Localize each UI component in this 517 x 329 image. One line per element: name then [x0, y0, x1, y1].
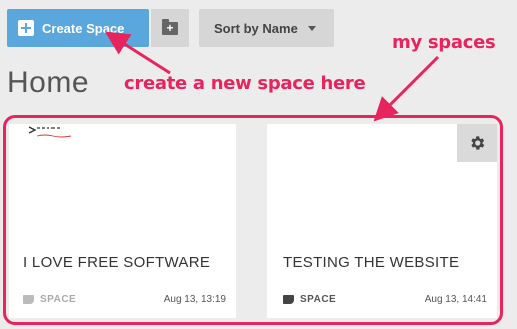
- create-arrow: [104, 31, 171, 75]
- my-spaces-annotation: my spaces: [392, 32, 496, 53]
- create-space-annotation: create a new space here: [124, 73, 366, 94]
- spaces-arrow: [373, 55, 440, 122]
